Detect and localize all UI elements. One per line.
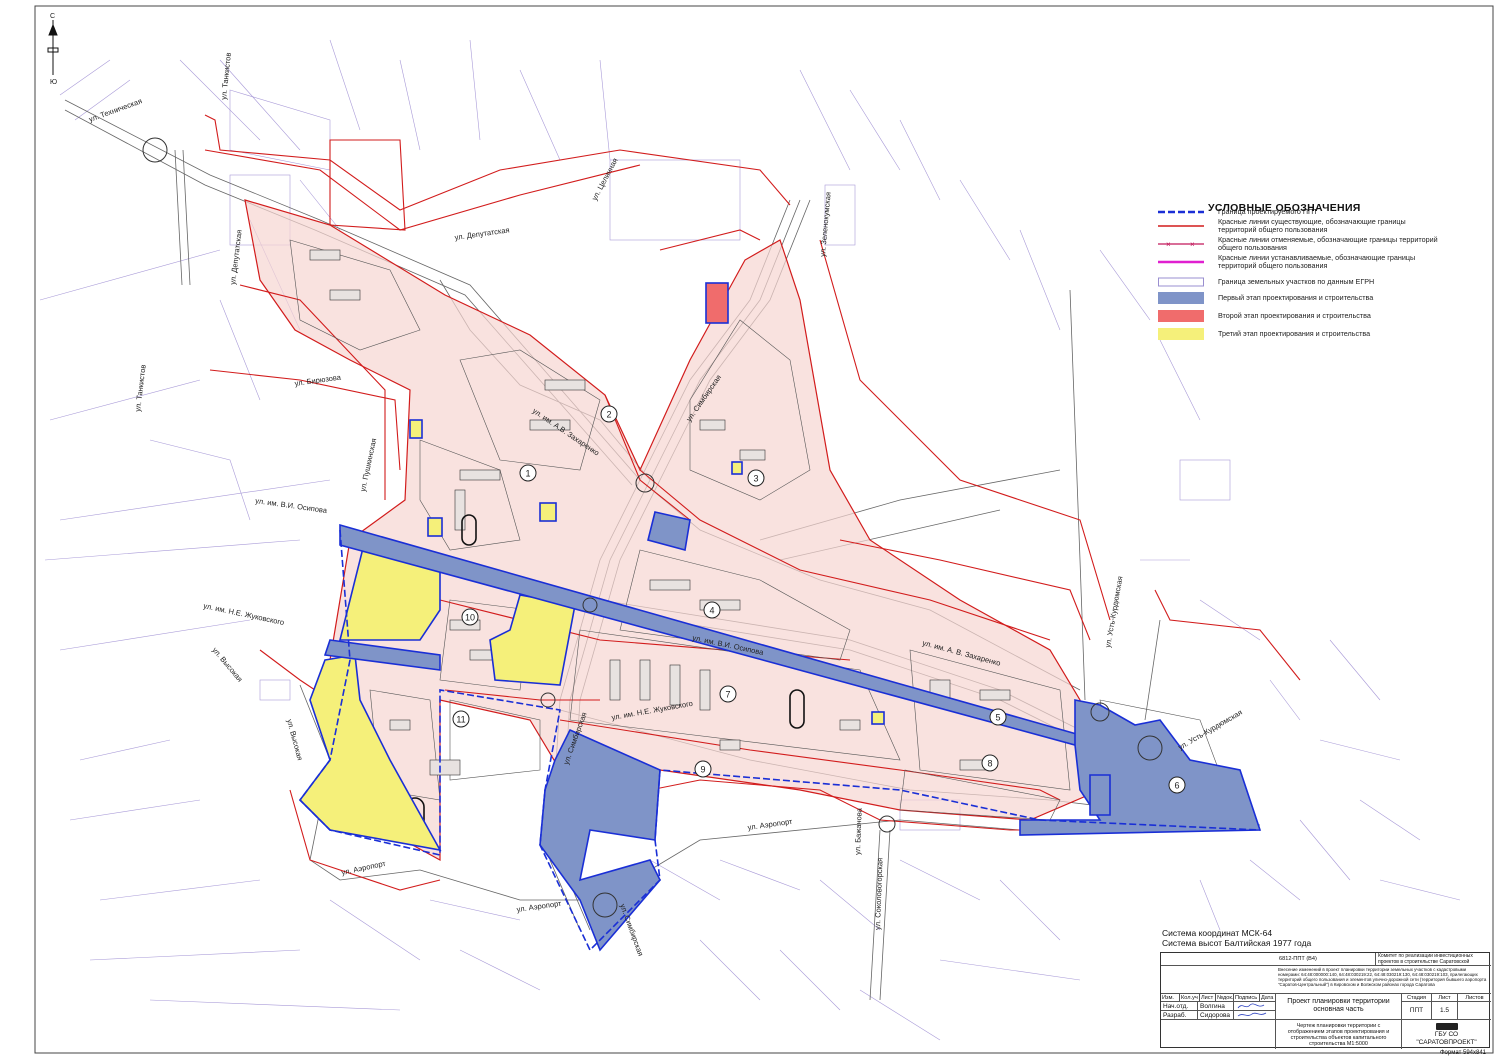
street-label: ул. Пушкинская (358, 437, 378, 492)
drawing-code: 6812-ППТ (В4) (1279, 956, 1317, 962)
street-label: ул. Высокая (285, 718, 305, 761)
street-label: ул. Аэропорт (516, 899, 563, 914)
svg-text:×: × (1166, 240, 1171, 249)
svg-text:2: 2 (606, 410, 611, 420)
street-label: ул. Соколовогорская (873, 858, 885, 930)
street-label: ул. Бирюзова (294, 372, 342, 388)
svg-text:9: 9 (700, 765, 705, 775)
quarter-marker: 3 (747, 469, 765, 487)
quarter-marker: 6 (1168, 776, 1186, 794)
quarter-marker: 1 (519, 464, 537, 482)
compass-north: С (50, 13, 55, 20)
svg-text:×: × (1190, 240, 1195, 249)
svg-text:10: 10 (465, 613, 475, 623)
org-line-1: ГБУ СО (1434, 1031, 1459, 1038)
org-line-2: "САРАТОВПРОЕКТ" (1416, 1038, 1477, 1046)
stamp-header: №док. (1215, 993, 1233, 1001)
new-line-swatch (1158, 260, 1204, 264)
quarter-marker: 7 (719, 685, 737, 703)
north-arrow (47, 20, 59, 75)
street-label: ул. Усть-Курдюмская (1177, 708, 1244, 752)
quarter-marker: 11 (452, 710, 470, 728)
signature-mark (1237, 1012, 1267, 1017)
drawing-title: Чертеж планировки территории с отображен… (1275, 1019, 1401, 1049)
red-line-swatch (1158, 225, 1204, 227)
svg-text:6: 6 (1174, 781, 1179, 791)
role-name: Сидорова (1197, 1010, 1233, 1019)
parcel-swatch (1158, 277, 1204, 287)
stamp-header: Дата (1259, 993, 1275, 1001)
dashed-boundary-swatch (1158, 210, 1204, 214)
svg-text:4: 4 (709, 606, 714, 616)
street-label: ул. им. В.И. Осипова (255, 496, 329, 515)
stage-value: ППТ (1401, 1001, 1431, 1019)
street-label: ул. Депутатская (228, 229, 244, 285)
svg-text:1: 1 (525, 469, 530, 479)
role-label: Разраб. (1161, 1010, 1197, 1019)
street-label: ул. Усть-Курдюмская (1103, 575, 1124, 648)
sheets-header: Листов (1457, 993, 1491, 1001)
organization: ГБУ СО "САРАТОВПРОЕКТ" (1401, 1019, 1491, 1049)
project-description: Внесение изменений в проект планировки т… (1275, 965, 1491, 993)
sheet-value: 1.5 (1431, 1001, 1457, 1019)
street-label: ул. Целинная (590, 156, 620, 201)
stage-3-swatch (1158, 328, 1204, 340)
quarter-marker: 4 (703, 601, 721, 619)
stamp-header: Кол.уч (1179, 993, 1199, 1001)
sheet-header: Лист (1431, 993, 1457, 1001)
quarter-marker: 8 (981, 754, 999, 772)
stage-1-swatch (1158, 292, 1204, 304)
sheet-format: Формат 594х841 (1440, 1050, 1487, 1056)
quarter-marker: 2 (600, 405, 618, 423)
stage-2-swatch (1158, 310, 1204, 322)
svg-text:5: 5 (995, 713, 1000, 723)
quarter-marker: 5 (989, 708, 1007, 726)
street-label: ул. Высокая (210, 646, 244, 684)
height-system-line: Система высот Балтийская 1977 года (1162, 938, 1312, 948)
svg-text:7: 7 (725, 690, 730, 700)
street-label: ул. Зеленокумская (818, 192, 833, 258)
cancelled-line-swatch: × × (1158, 240, 1204, 249)
street-label: ул. Аэропорт (747, 817, 794, 832)
stage-2-area (705, 282, 729, 324)
stamp-header: Подпись (1233, 993, 1259, 1001)
role-name: Волгина (1197, 1001, 1233, 1010)
scale: М1:5000 (1346, 1041, 1368, 1047)
signature-mark (1237, 1003, 1265, 1009)
svg-text:8: 8 (987, 759, 992, 769)
stamp-header: Лист (1199, 993, 1215, 1001)
title-block: 6812-ППТ (В4) Комитет по реализации инве… (1160, 952, 1491, 1049)
drawing-sheet: С Ю ул. Техническая ул. Танкистов ул. Це… (0, 0, 1500, 1060)
signature-cell (1233, 1001, 1275, 1010)
stamp-header: Изм. (1161, 993, 1179, 1001)
compass-south: Ю (50, 79, 57, 86)
street-label: ул. Танкистов (133, 364, 148, 412)
street-label: ул. Танкистов (219, 52, 233, 100)
svg-text:11: 11 (456, 715, 465, 725)
street-label: ул. Бажанова (853, 807, 864, 855)
role-label: Нач.отд. (1161, 1001, 1197, 1010)
planning-map: С Ю ул. Техническая ул. Танкистов ул. Це… (34, 5, 1494, 1054)
revision-rows (1161, 965, 1275, 993)
signature-cell (1233, 1010, 1275, 1019)
quarter-marker: 9 (694, 760, 712, 778)
svg-text:3: 3 (753, 474, 758, 484)
project-title: Проект планировки территории основная ча… (1275, 993, 1401, 1019)
coordinate-system-line: Система координат МСК-64 (1162, 928, 1273, 938)
quarter-marker: 10 (461, 608, 479, 626)
org-logo (1435, 1023, 1458, 1030)
coordinate-system-note: Система координат МСК-64 Система высот Б… (1162, 928, 1311, 948)
street-label: ул. Техническая (88, 96, 144, 124)
blank-rows (1161, 1019, 1275, 1049)
client-name: Комитет по реализации инвестиционных про… (1375, 953, 1491, 965)
sheets-value (1457, 1001, 1491, 1019)
street-label: ул. Депутатская (454, 225, 510, 242)
street-label: ул. им. Н.Е. Жуковского (203, 601, 285, 627)
street-label: ул. Аэропорт (341, 859, 388, 877)
stage-header: Стадия (1401, 993, 1431, 1001)
